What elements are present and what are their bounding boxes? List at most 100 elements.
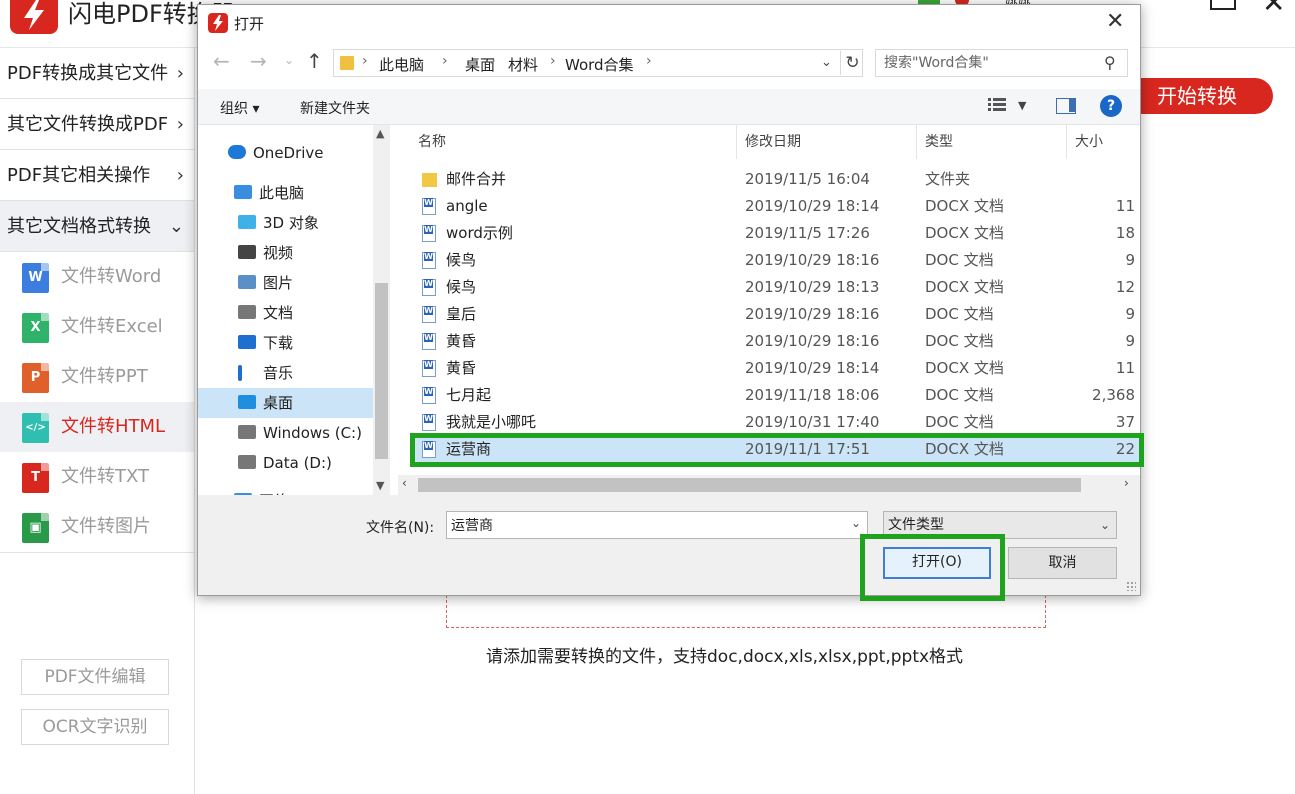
column-size[interactable]: 大小	[1067, 125, 1140, 159]
pdf-edit-button[interactable]: PDF文件编辑	[21, 659, 169, 695]
sort-ascending-icon: ^	[566, 125, 578, 129]
nav-item-label: 桌面	[263, 388, 293, 418]
nav-item[interactable]: 视频	[198, 238, 373, 268]
column-date[interactable]: 修改日期	[737, 125, 917, 159]
sidebar-category[interactable]: 其它文档格式转换⌄	[0, 201, 194, 252]
chevron-right-icon: ›	[362, 53, 368, 69]
nav-item[interactable]: 图片	[198, 268, 373, 298]
picture-icon	[238, 275, 256, 289]
close-icon[interactable]: ✕	[1262, 0, 1285, 19]
cancel-button[interactable]: 取消	[1008, 547, 1117, 579]
file-row[interactable]: 皇后2019/10/29 18:16DOC 文档9	[410, 301, 1140, 328]
forward-arrow-icon[interactable]: →	[250, 49, 267, 73]
sidebar-subitem[interactable]: X文件转Excel	[0, 302, 194, 352]
resize-grip-icon[interactable]	[1126, 581, 1136, 591]
breadcrumb-item[interactable]: 此电脑	[379, 54, 424, 75]
sidebar: PDF转换成其它文件›其它文件转换成PDF›PDF其它相关操作›其它文档格式转换…	[0, 48, 195, 794]
file-row[interactable]: word示例2019/11/5 17:26DOCX 文档18	[410, 220, 1140, 247]
address-bar[interactable]: › 此电脑 › 桌面 › 材料 › Word合集 › ⌄ ↻	[333, 49, 863, 77]
nav-item[interactable]: 音乐	[198, 358, 373, 388]
recent-dropdown-icon[interactable]: ⌄	[284, 53, 294, 67]
file-row[interactable]: 七月起2019/11/18 18:06DOC 文档2,368	[410, 382, 1140, 409]
start-convert-button[interactable]: 开始转换	[1125, 78, 1273, 114]
chevron-down-icon: ⌄	[169, 201, 184, 252]
nav-item[interactable]: 文档	[198, 298, 373, 328]
file-row[interactable]: 候鸟2019/10/29 18:13DOCX 文档12	[410, 274, 1140, 301]
search-box[interactable]: ⚲	[875, 49, 1128, 77]
breadcrumb-item[interactable]: Word合集	[565, 54, 634, 75]
file-date: 2019/11/5 16:04	[745, 166, 870, 193]
nav-item[interactable]: 此电脑	[198, 178, 373, 208]
nav-scrollbar[interactable]: ▲ ▼	[373, 125, 390, 495]
help-icon[interactable]: ?	[1100, 95, 1122, 117]
filename-field[interactable]: ⌄	[446, 511, 868, 539]
file-type: DOCX 文档	[925, 355, 1004, 382]
sidebar-category[interactable]: PDF转换成其它文件›	[0, 48, 194, 99]
sidebar-category-label: PDF其它相关操作	[7, 165, 150, 186]
nav-item[interactable]: Windows (C:)	[198, 418, 373, 448]
ocr-button[interactable]: OCR文字识别	[21, 709, 169, 745]
word-file-icon	[422, 279, 436, 296]
preview-pane-icon[interactable]	[1056, 98, 1076, 114]
file-type: DOCX 文档	[925, 220, 1004, 247]
file-row[interactable]: 我就是小哪吒2019/10/31 17:40DOC 文档37	[410, 409, 1140, 436]
file-size: 18	[1116, 220, 1135, 247]
sidebar-subitem[interactable]: ▣文件转图片	[0, 502, 194, 552]
chevron-down-icon[interactable]: ▼	[1018, 99, 1026, 112]
breadcrumb-item[interactable]: 材料	[508, 54, 538, 75]
nav-item-label: Data (D:)	[263, 448, 332, 478]
dialog-close-icon[interactable]: ✕	[1106, 9, 1124, 34]
file-row[interactable]: 邮件合并2019/11/5 16:04文件夹	[410, 166, 1140, 193]
nav-item[interactable]: 3D 对象	[198, 208, 373, 238]
chevron-right-icon: ›	[490, 53, 496, 69]
nav-item[interactable]: 网络	[198, 486, 373, 495]
cloud-icon	[228, 145, 246, 159]
nav-item-label: 网络	[259, 486, 289, 495]
sidebar-category[interactable]: 其它文件转换成PDF›	[0, 99, 194, 150]
scroll-thumb[interactable]	[375, 283, 388, 459]
sidebar-subitem[interactable]: </>文件转HTML	[0, 402, 194, 452]
file-date: 2019/10/31 17:40	[745, 409, 879, 436]
scroll-down-icon[interactable]: ▼	[376, 479, 384, 492]
word-file-icon	[422, 333, 436, 350]
scroll-right-icon[interactable]: ›	[1124, 476, 1129, 490]
file-size: 2,368	[1092, 382, 1135, 409]
sidebar-subitem[interactable]: W文件转Word	[0, 252, 194, 302]
column-name[interactable]: 名称	[410, 125, 737, 159]
new-folder-button[interactable]: 新建文件夹	[300, 98, 370, 118]
nav-item[interactable]: 下载	[198, 328, 373, 358]
refresh-icon[interactable]: ↻	[840, 51, 864, 75]
file-date: 2019/10/29 18:13	[745, 274, 879, 301]
chevron-down-icon[interactable]: ⌄	[821, 55, 832, 70]
search-icon[interactable]: ⚲	[1104, 53, 1116, 72]
maximize-icon[interactable]	[1210, 0, 1236, 10]
sidebar-subitem[interactable]: P文件转PPT	[0, 352, 194, 402]
sidebar-subitem[interactable]: T文件转TXT	[0, 452, 194, 502]
column-type[interactable]: 类型	[917, 125, 1067, 159]
filename-input[interactable]	[451, 515, 831, 535]
view-options-icon[interactable]	[988, 98, 1006, 114]
file-row[interactable]: 候鸟2019/10/29 18:16DOC 文档9	[410, 247, 1140, 274]
nav-item[interactable]: OneDrive	[198, 138, 373, 168]
up-arrow-icon[interactable]: ↑	[306, 49, 323, 73]
file-row[interactable]: angle2019/10/29 18:14DOCX 文档11	[410, 193, 1140, 220]
nav-item-label: 3D 对象	[263, 208, 319, 238]
chevron-right-icon: ›	[177, 48, 184, 99]
horizontal-scrollbar[interactable]: ‹ ›	[398, 475, 1140, 495]
chevron-right-icon: ›	[442, 53, 448, 69]
drop-hint: 请添加需要转换的文件，支持doc,docx,xls,xlsx,ppt,pptx格…	[486, 642, 963, 667]
search-input[interactable]	[884, 54, 1094, 72]
scroll-up-icon[interactable]: ▲	[376, 127, 384, 140]
file-row[interactable]: 黄昏2019/10/29 18:16DOC 文档9	[410, 328, 1140, 355]
scroll-thumb[interactable]	[418, 478, 1081, 492]
chevron-down-icon[interactable]: ⌄	[851, 516, 861, 530]
drive-icon	[238, 425, 256, 439]
organize-menu[interactable]: 组织 ▾	[220, 98, 259, 118]
scroll-left-icon[interactable]: ‹	[402, 476, 407, 490]
file-row[interactable]: 黄昏2019/10/29 18:14DOCX 文档11	[410, 355, 1140, 382]
back-arrow-icon[interactable]: ←	[213, 49, 230, 73]
sidebar-category[interactable]: PDF其它相关操作›	[0, 150, 194, 201]
nav-item[interactable]: 桌面	[198, 388, 373, 418]
dialog-title: 打开	[234, 13, 264, 34]
nav-item[interactable]: Data (D:)	[198, 448, 373, 478]
